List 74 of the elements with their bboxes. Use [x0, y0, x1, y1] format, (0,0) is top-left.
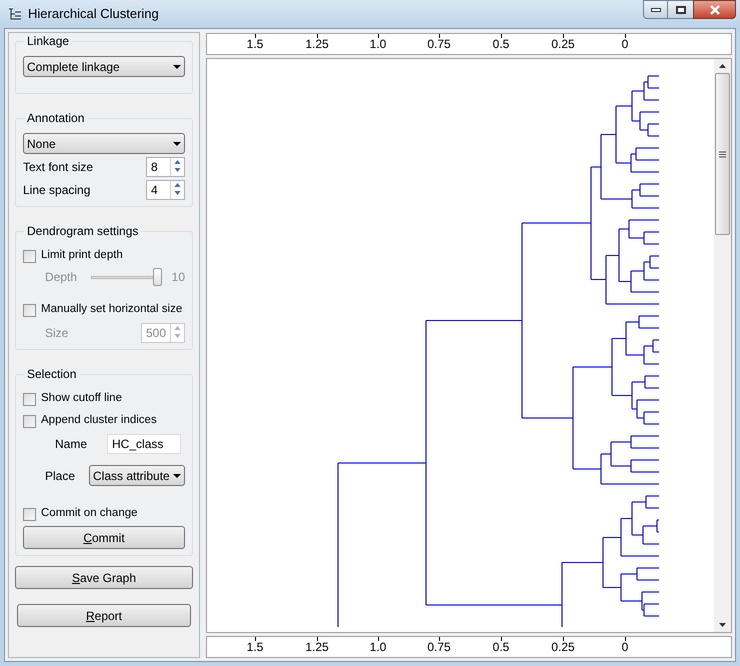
caret-icon — [173, 474, 181, 478]
field-label: Size — [45, 325, 68, 342]
field-label: Line spacing — [23, 182, 90, 199]
axis-tick-label: 0.5 — [492, 640, 510, 654]
dropdown-value: None — [27, 136, 56, 152]
axis-tick-label: 0.5 — [492, 37, 510, 51]
checkbox[interactable] — [23, 392, 36, 406]
group-title: Dendrogram settings — [24, 224, 142, 238]
push-button[interactable]: Commit — [23, 526, 185, 549]
axis-tick-label: 1.25 — [305, 640, 329, 654]
field-label: Place — [45, 468, 76, 484]
tick-mark — [255, 34, 256, 38]
group-title: Annotation — [24, 111, 88, 125]
tick-mark — [501, 34, 502, 38]
scrollbar[interactable] — [714, 59, 731, 632]
checkbox[interactable] — [23, 304, 36, 316]
name-field[interactable]: HC_class — [107, 434, 182, 454]
minimize-button[interactable] — [643, 0, 668, 19]
scroll-thumb[interactable] — [715, 73, 730, 235]
axis-tick-label: 1.5 — [246, 640, 264, 654]
axis-tick-label: 1.25 — [305, 37, 329, 51]
caret-icon — [173, 64, 181, 68]
push-button[interactable]: Report — [17, 604, 191, 627]
close-button[interactable] — [693, 0, 736, 19]
window-title: Hierarchical Clustering — [28, 5, 159, 24]
axis-tick-label: 0.75 — [427, 640, 451, 654]
close-icon — [708, 4, 720, 14]
checkbox[interactable] — [23, 250, 36, 262]
checkbox[interactable] — [23, 508, 36, 520]
axis-tick-label: 0 — [622, 37, 628, 51]
axis-tick-label: 1.0 — [370, 640, 386, 654]
axis-tick-label: 0.25 — [551, 37, 575, 51]
tick-mark — [378, 637, 379, 641]
group-title: Linkage — [24, 34, 72, 48]
checkbox-label: Append cluster indices — [41, 413, 157, 428]
axis-tick-label: 1.0 — [370, 37, 386, 51]
axis-tick-label: 0.75 — [427, 37, 451, 51]
maximize-button[interactable] — [668, 0, 693, 19]
tick-mark — [255, 637, 256, 641]
tick-mark — [439, 34, 440, 38]
group-title: Selection — [24, 367, 80, 381]
grip-icon — [719, 150, 726, 158]
tick-mark — [625, 637, 626, 641]
checkbox[interactable] — [23, 414, 36, 428]
field-label: Text font size — [23, 159, 94, 176]
checkbox-label: Show cutoff line — [41, 391, 122, 406]
checkbox-label: Manually set horizontal size — [41, 302, 182, 318]
slider-thumb[interactable] — [152, 268, 162, 286]
dropdown[interactable]: Complete linkage — [23, 56, 185, 77]
tick-mark — [317, 34, 318, 38]
checkbox-label: Commit on change — [41, 506, 138, 522]
tick-mark — [501, 637, 502, 641]
axis-tick-label: 0 — [622, 640, 628, 654]
tick-mark — [439, 637, 440, 641]
field-label: Name — [55, 436, 88, 453]
dropdown[interactable]: None — [23, 133, 185, 154]
tick-mark — [563, 637, 564, 641]
dropdown-value: Complete linkage — [27, 58, 120, 76]
dropdown[interactable]: Class attribute — [89, 465, 185, 486]
caret-icon — [173, 142, 181, 146]
dropdown-value: Class attribute — [93, 468, 170, 484]
slider-label: Depth — [45, 269, 78, 286]
checkbox-label: Limit print depth — [41, 248, 123, 264]
axis-tick-label: 0.25 — [551, 640, 575, 654]
slider-value: 10 — [172, 269, 185, 286]
tick-mark — [563, 34, 564, 38]
axis-tick-label: 1.5 — [246, 37, 264, 51]
spin-box[interactable]: 4 — [146, 180, 185, 200]
tick-mark — [317, 637, 318, 641]
tick-mark — [378, 34, 379, 38]
spin-box[interactable]: 8 — [146, 157, 185, 177]
app-icon — [8, 7, 22, 21]
push-button[interactable]: Save Graph — [15, 566, 193, 589]
tick-mark — [625, 34, 626, 38]
